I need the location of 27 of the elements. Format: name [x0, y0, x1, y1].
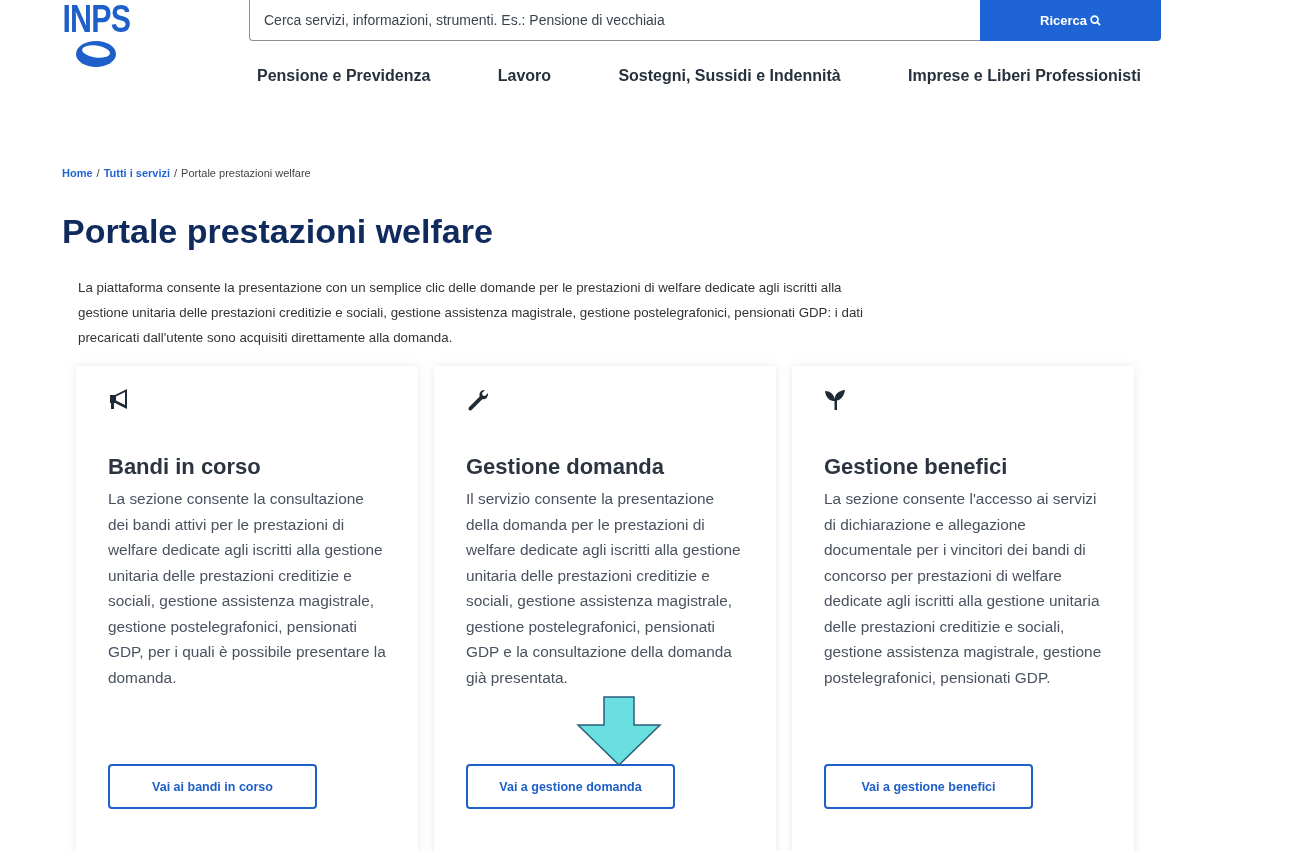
sprout-icon: [824, 388, 848, 412]
logo-text: INPS: [62, 0, 130, 40]
card-description: Il servizio consente la presentazione della domanda per le prestazioni di welfare dedicate agli iscritti alla gestione unitaria delle prestazioni creditizie e sociali, gestione assistenza magistrale, gestione postelegrafonici, pensionati GDP e la consultazione della domanda già presentata.: [466, 489, 742, 688]
card-description: La sezione consente la consultazione dei bandi attivi per le prestazioni di welfare dedicate agli iscritti alla gestione unitaria delle prestazioni creditizie e sociali, gestione assistenza magistrale, gestione postelegrafonici, pensionati GDP, per i quali è possibile presentare la domanda.: [108, 489, 386, 688]
wrench-icon: [466, 388, 490, 412]
search-icon: [1090, 14, 1101, 26]
card-title: Gestione benefici: [824, 453, 1009, 481]
breadcrumb-link[interactable]: Home: [62, 167, 93, 179]
card-title: Bandi in corso: [108, 453, 262, 481]
card-title: Gestione domanda: [466, 453, 666, 481]
nav-link[interactable]: Sostegni, Sussidi e Indennità: [618, 67, 841, 85]
search-button[interactable]: Ricerca: [980, 0, 1161, 41]
nav-link[interactable]: Lavoro: [497, 67, 552, 85]
logo-icon: [76, 40, 116, 68]
breadcrumb-separator: /: [96, 167, 100, 179]
breadcrumb-separator: /: [174, 167, 178, 179]
breadcrumb-current: Portale prestazioni welfare: [181, 167, 311, 179]
card-button[interactable]: Vai a gestione domanda: [466, 764, 675, 809]
card-description: La sezione consente l'accesso ai servizi di dichiarazione e allegazione documentale per i vincitori dei bandi di concorso per prestazioni di welfare dedicate agli iscritti alla gestione unitaria delle prestazioni creditizie e sociali, gestione assistenza magistrale, gestione postelegrafonici, pensionati GDP.: [824, 489, 1102, 688]
intro-paragraph: La piattaforma consente la presentazione con un semplice clic delle domande per le prestazioni di welfare dedicate agli iscritti alla gestione unitaria delle prestazioni creditizie e sociali, gestione assistenza magistrale, gestione postelegrafonici, pensionati GDP: i dati precaricati dall'utente sono acquisiti direttamente alla domanda.: [78, 279, 864, 347]
card-button[interactable]: Vai ai bandi in corso: [108, 764, 317, 809]
search-field[interactable]: Cerca servizi, informazioni, strumenti. Es.: Pensione di vecchiaia: [249, 0, 980, 41]
page-title: Portale prestazioni welfare: [62, 211, 494, 251]
breadcrumb-link[interactable]: Tutti i servizi: [103, 167, 171, 179]
card-button[interactable]: Vai a gestione benefici: [824, 764, 1033, 809]
nav-link[interactable]: Imprese e Liberi Professionisti: [908, 67, 1141, 85]
nav-link[interactable]: Pensione e Previdenza: [257, 67, 431, 85]
